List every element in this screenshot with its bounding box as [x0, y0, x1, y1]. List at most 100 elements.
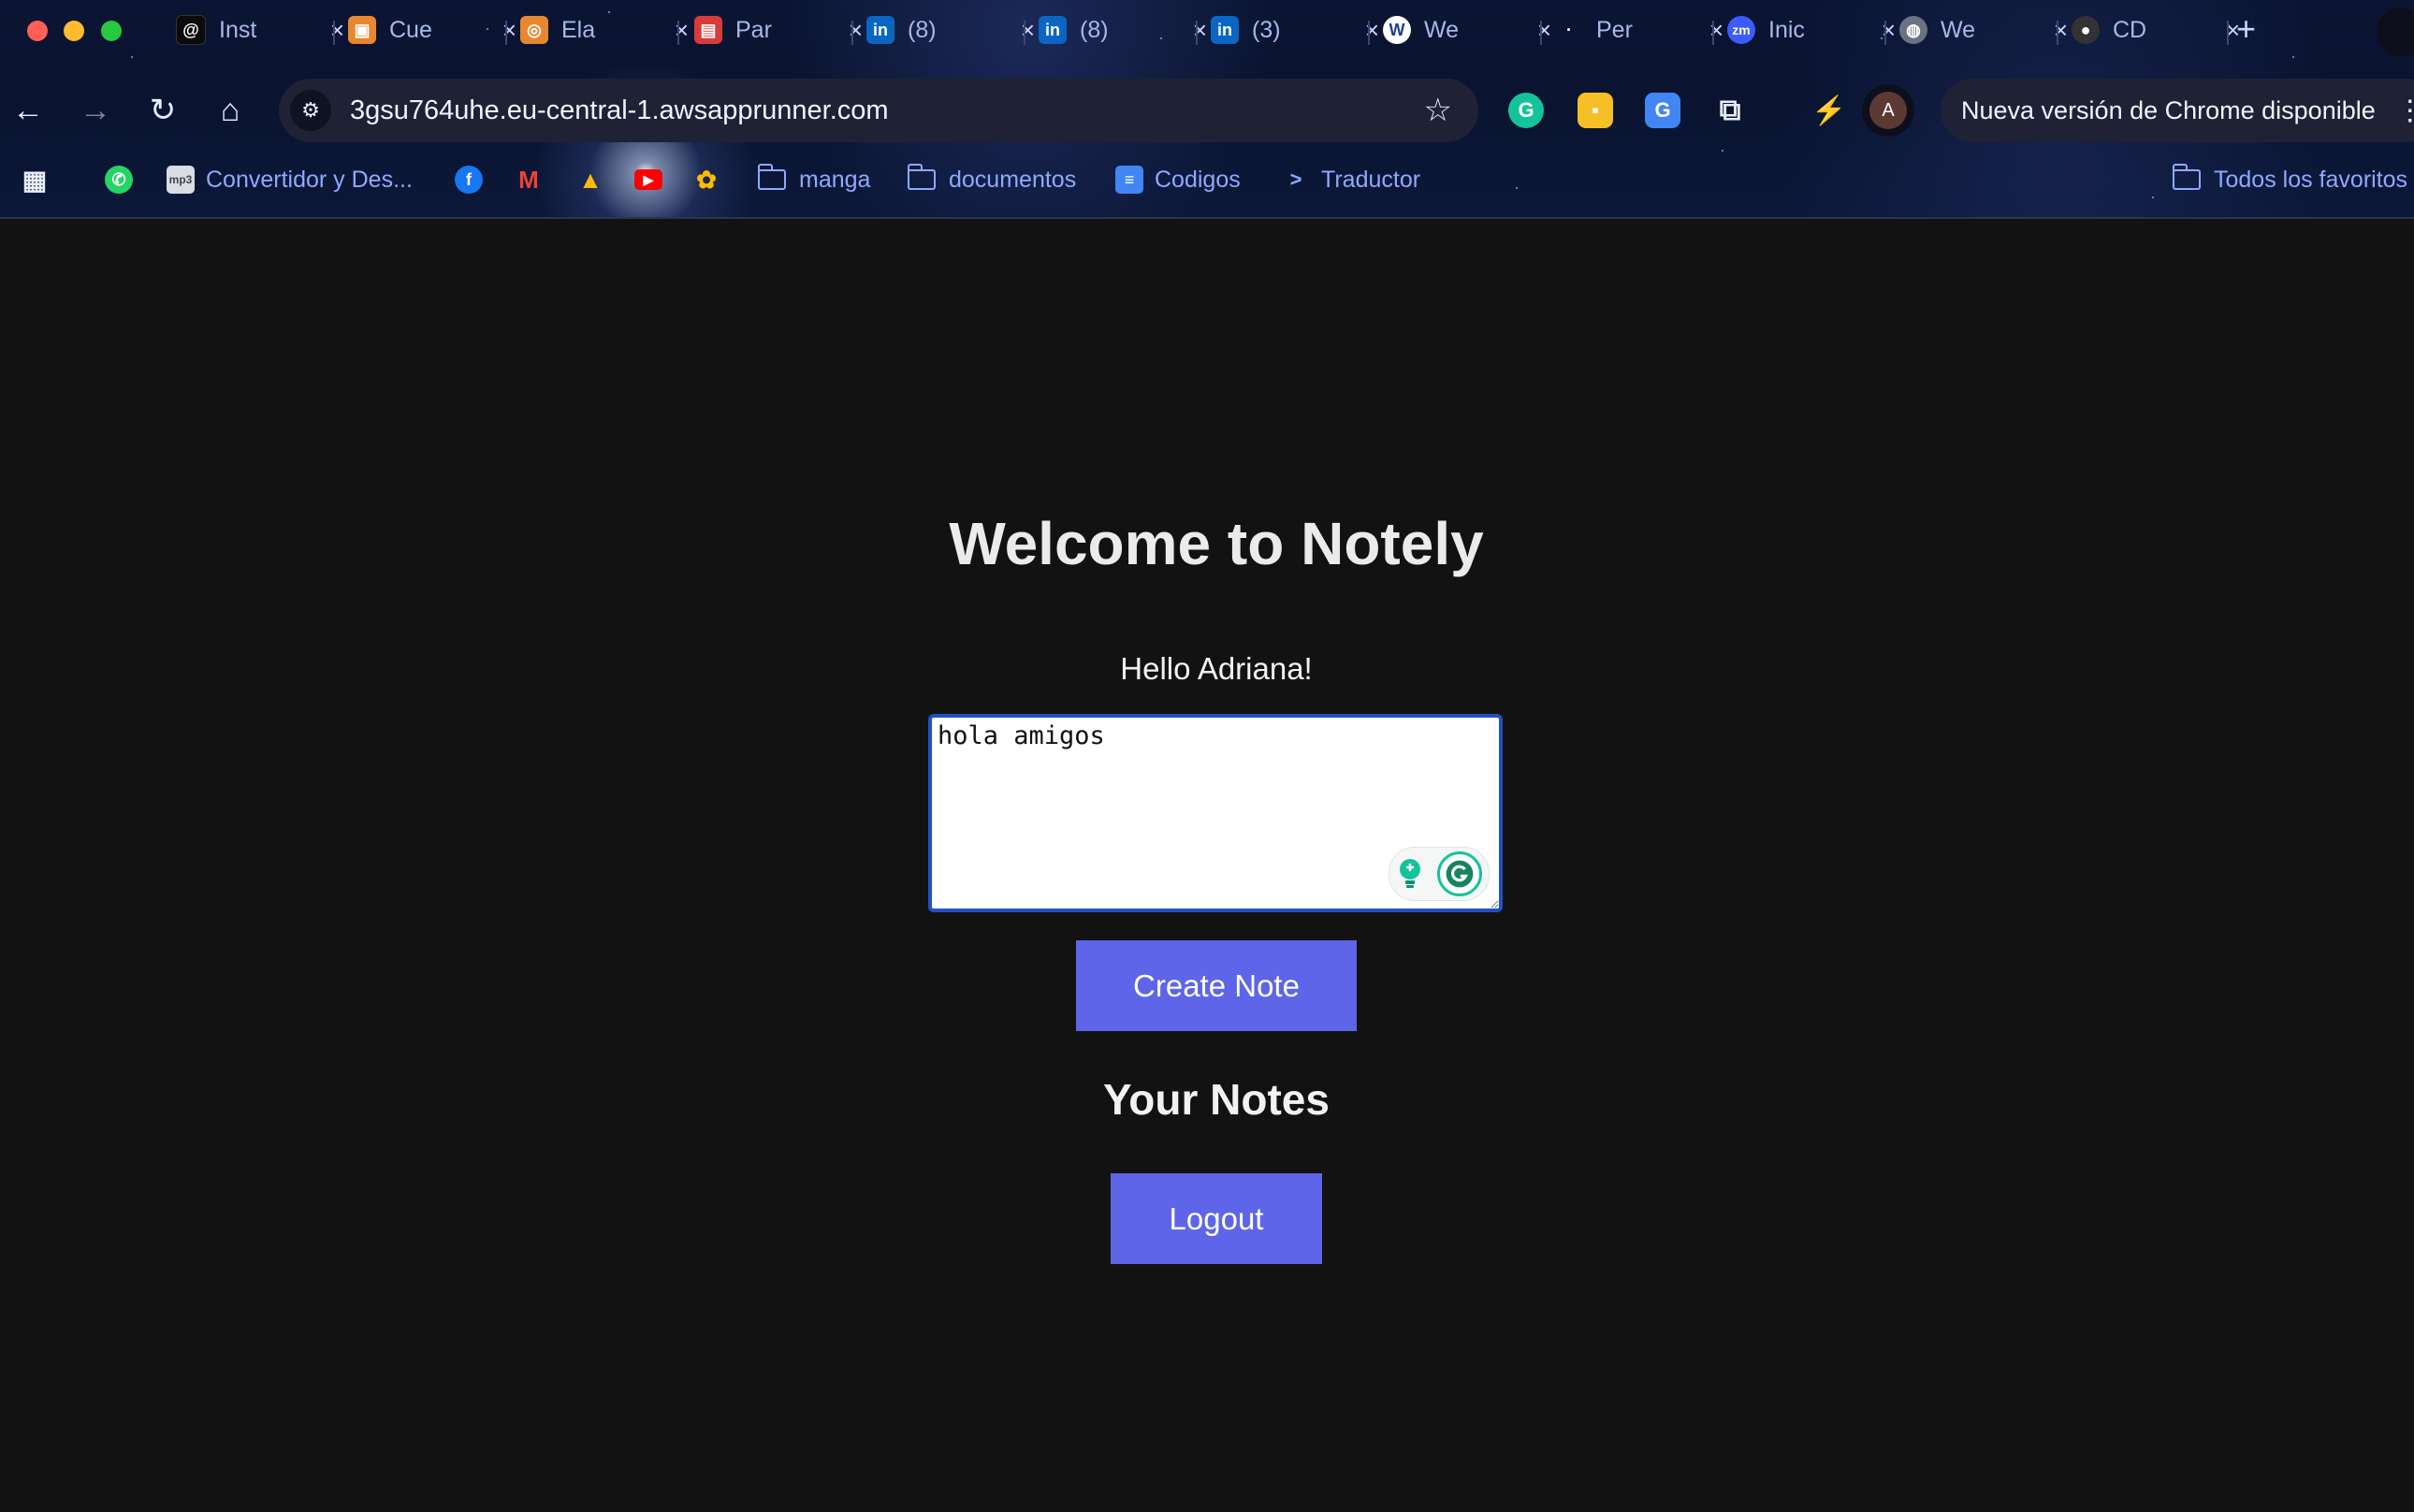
page-title: Welcome to Notely	[949, 510, 1484, 577]
tab[interactable]: · Per ×	[1555, 7, 1723, 52]
tab-title: We	[1941, 16, 1976, 43]
bookmark-label: Traductor	[1321, 166, 1421, 193]
performance-icon[interactable]: ⚡	[1811, 93, 1847, 128]
bookmark-label: Convertidor y Des...	[206, 166, 413, 193]
tab-title: Inst	[219, 16, 257, 43]
github-icon: ●	[2072, 16, 2100, 44]
avatar-initial: A	[1869, 92, 1907, 129]
translate-extension-icon[interactable]: G	[1645, 93, 1680, 128]
home-button[interactable]: ⌂	[210, 90, 251, 131]
tab-title: (3)	[1252, 16, 1281, 43]
wordpress-icon: W	[1383, 16, 1411, 44]
translate-icon: >	[1289, 167, 1302, 191]
docs-icon: ≡	[1115, 166, 1143, 194]
bookmark-whatsapp[interactable]: ✆	[105, 161, 144, 198]
logout-button[interactable]: Logout	[1111, 1173, 1322, 1264]
bookmark-traductor[interactable]: > Traductor	[1282, 161, 1421, 198]
gmail-icon: M	[518, 165, 539, 194]
window-minimize-button[interactable]	[64, 21, 84, 41]
menu-kebab-icon[interactable]: ⋮	[2396, 94, 2414, 127]
apps-grid-icon: ▦	[22, 165, 48, 195]
aws-elastic-icon: ◎	[520, 16, 548, 44]
folder-icon	[2173, 164, 2201, 190]
linkedin-icon: in	[1039, 16, 1067, 44]
reload-button[interactable]: ↻	[142, 90, 183, 131]
tab-title: Cue	[389, 16, 432, 43]
tab[interactable]: ▣ Cue ×	[348, 7, 516, 52]
extensions-puzzle-icon[interactable]: ⧉	[1712, 93, 1748, 128]
lightbulb-icon[interactable]	[1396, 856, 1424, 892]
bookmark-gmail[interactable]: M	[515, 161, 554, 198]
profile-avatar[interactable]: A	[1862, 84, 1914, 137]
linkedin-icon: in	[866, 16, 894, 44]
tab-title: Ela	[561, 16, 596, 43]
window-close-button[interactable]	[27, 21, 48, 41]
tab-title: Per	[1596, 16, 1633, 43]
tab[interactable]: W We ×	[1383, 7, 1551, 52]
bookmark-folder-manga[interactable]: manga	[758, 161, 870, 198]
folder-icon	[908, 164, 936, 190]
greeting-text: Hello Adriana!	[1120, 651, 1313, 686]
bookmark-label: documentos	[949, 166, 1077, 193]
grammarly-icon[interactable]	[1437, 851, 1482, 896]
tab[interactable]: ◍ We ×	[1899, 7, 2068, 52]
tab-title: (8)	[908, 16, 937, 43]
bookmark-facebook[interactable]: f	[455, 161, 494, 198]
aws-cube-icon: ▣	[348, 16, 376, 44]
grammarly-widget[interactable]	[1389, 847, 1490, 901]
bookmark-folder-documentos[interactable]: documentos	[908, 161, 1076, 198]
bookmark-codigos[interactable]: ≡ Codigos	[1115, 161, 1241, 198]
threads-icon: @	[176, 15, 206, 45]
tab-title: (8)	[1080, 16, 1109, 43]
bookmark-folder-all[interactable]: Todos los favoritos	[2173, 161, 2407, 198]
tab[interactable]: @ Inst ×	[176, 7, 344, 52]
bookmark-drive[interactable]: ▲	[576, 161, 616, 198]
dot-icon: ·	[1566, 20, 1572, 39]
grammarly-extension-icon[interactable]: G	[1508, 93, 1544, 128]
tab-title: CD	[2113, 16, 2147, 43]
drive-icon: ▲	[578, 165, 603, 194]
update-text: Nueva versión de Chrome disponible	[1961, 95, 2376, 124]
tab-search-button[interactable]	[2377, 7, 2414, 56]
tab[interactable]: in (8) ×	[866, 7, 1035, 52]
whatsapp-icon: ✆	[105, 166, 133, 194]
url-text[interactable]: 3gsu764uhe.eu-central-1.awsapprunner.com	[350, 95, 889, 126]
tab-title: We	[1424, 16, 1460, 43]
chrome-update-button[interactable]: Nueva versión de Chrome disponible ⋮	[1941, 79, 2414, 142]
bookmark-label: Codigos	[1155, 166, 1241, 193]
linkedin-icon: in	[1211, 16, 1239, 44]
browser-chrome: @ Inst × ▣ Cue × ◎ Ela × ▤ Par × in (8) …	[0, 0, 2414, 219]
bookmark-label: Todos los favoritos	[2214, 166, 2408, 193]
zoom-icon: zm	[1727, 16, 1755, 44]
globe-icon: ◍	[1899, 16, 1927, 44]
tab[interactable]: ● CD ×	[2072, 7, 2240, 52]
photos-icon: ✿	[696, 165, 717, 194]
your-notes-heading: Your Notes	[1103, 1075, 1330, 1124]
new-tab-button[interactable]: +	[2236, 9, 2256, 49]
bookmark-label: manga	[799, 166, 871, 193]
tab[interactable]: in (8) ×	[1039, 7, 1207, 52]
window-zoom-button[interactable]	[101, 21, 122, 41]
bookmark-converter[interactable]: mp3 Convertidor y Des...	[167, 161, 413, 198]
address-bar[interactable]: ⚙ 3gsu764uhe.eu-central-1.awsapprunner.c…	[279, 79, 1478, 142]
bookmark-photos[interactable]: ✿	[692, 161, 732, 198]
site-info-icon[interactable]: ⚙	[290, 90, 331, 131]
back-button[interactable]: ←	[7, 90, 49, 131]
facebook-icon: f	[455, 166, 483, 194]
tab-title: Inic	[1768, 16, 1805, 43]
folder-icon	[758, 164, 786, 190]
tab[interactable]: in (3) ×	[1211, 7, 1379, 52]
tab-title: Par	[735, 16, 772, 43]
bookmark-youtube[interactable]: ▶	[634, 161, 674, 198]
youtube-icon: ▶	[634, 169, 662, 190]
forward-button[interactable]: →	[75, 90, 116, 131]
apps-button[interactable]: ▦	[21, 161, 60, 198]
tab[interactable]: ▤ Par ×	[694, 7, 863, 52]
tab[interactable]: zm Inic ×	[1727, 7, 1896, 52]
keep-extension-icon[interactable]: ▪	[1578, 93, 1613, 128]
create-note-button[interactable]: Create Note	[1076, 940, 1357, 1031]
converter-icon: mp3	[167, 166, 195, 194]
tab[interactable]: ◎ Ela ×	[520, 7, 689, 52]
notely-page: Welcome to Notely Hello Adriana! hola am…	[0, 219, 2414, 1512]
bookmark-star-icon[interactable]: ☆	[1424, 92, 1452, 129]
